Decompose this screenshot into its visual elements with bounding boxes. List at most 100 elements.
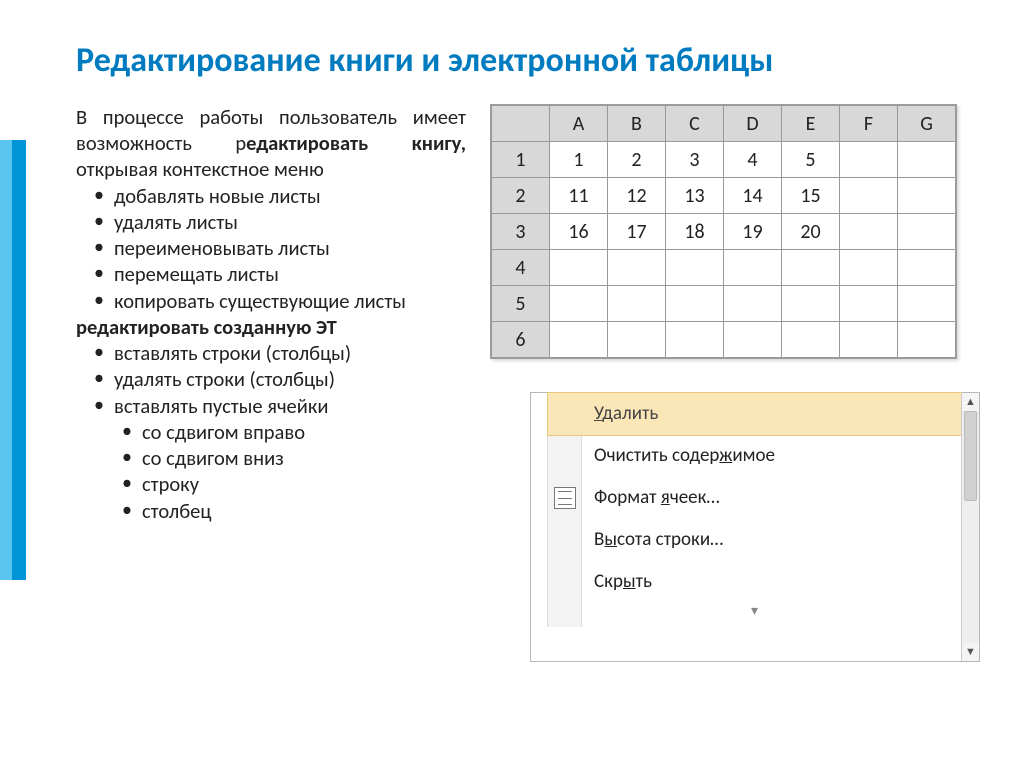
scroll-down-icon[interactable]: ▼ (962, 643, 979, 661)
col-header[interactable]: A (550, 106, 608, 142)
cell[interactable]: 5 (782, 142, 840, 178)
list-item: вставлять пустые ячейки (100, 393, 466, 419)
cell[interactable]: 15 (782, 178, 840, 214)
cell[interactable]: 14 (724, 178, 782, 214)
cell[interactable] (666, 322, 724, 358)
list-item: перемещать листы (100, 261, 466, 287)
cell[interactable] (840, 250, 898, 286)
cell[interactable]: 16 (550, 214, 608, 250)
cell[interactable] (782, 250, 840, 286)
page-title: Редактирование книги и электронной табли… (76, 40, 773, 81)
cell[interactable] (724, 250, 782, 286)
col-header[interactable]: C (666, 106, 724, 142)
subheading-sheet-edit: редактировать созданную ЭТ (76, 314, 466, 340)
menu-label-post: далить (602, 402, 658, 425)
cell[interactable] (782, 286, 840, 322)
subheading-bold: редактировать созданную ЭТ (76, 314, 337, 340)
cell[interactable] (898, 250, 956, 286)
scroll-up-icon[interactable]: ▲ (962, 393, 979, 411)
menu-label-post: чеек… (670, 486, 720, 509)
cell[interactable] (550, 322, 608, 358)
menu-label-pre: Очистить содер (594, 444, 719, 467)
cell[interactable]: 17 (608, 214, 666, 250)
cell[interactable] (608, 322, 666, 358)
cell[interactable] (608, 250, 666, 286)
col-header[interactable]: E (782, 106, 840, 142)
menu-label-accel: ж (719, 444, 732, 467)
spreadsheet-grid[interactable]: A B C D E F G 1 1 2 3 4 5 2 11 12 (491, 105, 956, 358)
menu-item-row-height[interactable]: Высота строки… (548, 519, 961, 561)
list-item: удалять строки (столбцы) (100, 366, 466, 392)
scroll-thumb[interactable] (964, 411, 977, 501)
intro-paragraph: В процессе работы пользователь имеет воз… (76, 104, 466, 183)
select-all-corner[interactable] (492, 106, 550, 142)
cell[interactable]: 19 (724, 214, 782, 250)
scrollbar-vertical[interactable]: ▲ ▼ (961, 393, 979, 661)
row-header[interactable]: 6 (492, 322, 550, 358)
list-item: со сдвигом вниз (128, 445, 466, 471)
cell[interactable]: 2 (608, 142, 666, 178)
cell[interactable]: 3 (666, 142, 724, 178)
menu-label-post: имое (732, 444, 775, 467)
cell[interactable]: 13 (666, 178, 724, 214)
cell[interactable]: 20 (782, 214, 840, 250)
col-header[interactable]: B (608, 106, 666, 142)
cell[interactable] (840, 142, 898, 178)
intro-bold: едактировать книгу, (246, 130, 466, 156)
cell[interactable]: 11 (550, 178, 608, 214)
cell[interactable] (666, 286, 724, 322)
col-header[interactable]: F (840, 106, 898, 142)
row-header[interactable]: 5 (492, 286, 550, 322)
context-menu: Удалить Очистить содержимое Формат ячеек… (547, 393, 961, 627)
row-header[interactable]: 1 (492, 142, 550, 178)
menu-label-post: сота строки… (617, 528, 723, 551)
menu-label-accel: ы (604, 528, 617, 551)
menu-label-pre: В (594, 528, 604, 551)
menu-label-accel: ы (623, 570, 636, 593)
list-item: переименовывать листы (100, 235, 466, 261)
menu-label-post: ть (636, 570, 652, 593)
menu-item-format-cells[interactable]: Формат ячеек… (548, 477, 961, 519)
cell[interactable]: 18 (666, 214, 724, 250)
cell[interactable] (666, 250, 724, 286)
cell[interactable] (840, 322, 898, 358)
insert-cell-sublist: со сдвигом вправо со сдвигом вниз строку… (76, 419, 466, 524)
cell[interactable] (898, 178, 956, 214)
menu-label-accel: я (661, 486, 670, 509)
side-accent-bar-light (0, 140, 12, 580)
row-header[interactable]: 2 (492, 178, 550, 214)
cell[interactable] (724, 322, 782, 358)
spreadsheet: A B C D E F G 1 1 2 3 4 5 2 11 12 (490, 104, 957, 359)
cell[interactable] (898, 286, 956, 322)
menu-item-delete[interactable]: Удалить (548, 393, 961, 435)
format-cells-icon (554, 487, 576, 509)
row-header[interactable]: 4 (492, 250, 550, 286)
cell[interactable]: 4 (724, 142, 782, 178)
list-item: удалять листы (100, 209, 466, 235)
col-header[interactable]: D (724, 106, 782, 142)
cell[interactable] (840, 286, 898, 322)
cell[interactable] (898, 214, 956, 250)
col-header[interactable]: G (898, 106, 956, 142)
context-menu-panel: Удалить Очистить содержимое Формат ячеек… (530, 392, 980, 662)
cell[interactable] (608, 286, 666, 322)
cell[interactable] (550, 286, 608, 322)
row-header[interactable]: 3 (492, 214, 550, 250)
menu-item-clear-contents[interactable]: Очистить содержимое (548, 435, 961, 477)
list-item: строку (128, 471, 466, 497)
cell[interactable]: 12 (608, 178, 666, 214)
menu-item-hide[interactable]: Скрыть (548, 561, 961, 603)
cell[interactable] (724, 286, 782, 322)
cell[interactable] (898, 142, 956, 178)
slide: Редактирование книги и электронной табли… (0, 0, 1024, 767)
sheet-edit-list: вставлять строки (столбцы) удалять строк… (76, 340, 466, 419)
book-edit-list: добавлять новые листы удалять листы пере… (76, 183, 466, 314)
list-item: копировать существующие листы (100, 288, 466, 314)
cell[interactable] (550, 250, 608, 286)
cell[interactable] (840, 214, 898, 250)
cell[interactable]: 1 (550, 142, 608, 178)
cell[interactable] (782, 322, 840, 358)
cell[interactable] (840, 178, 898, 214)
list-item: вставлять строки (столбцы) (100, 340, 466, 366)
cell[interactable] (898, 322, 956, 358)
